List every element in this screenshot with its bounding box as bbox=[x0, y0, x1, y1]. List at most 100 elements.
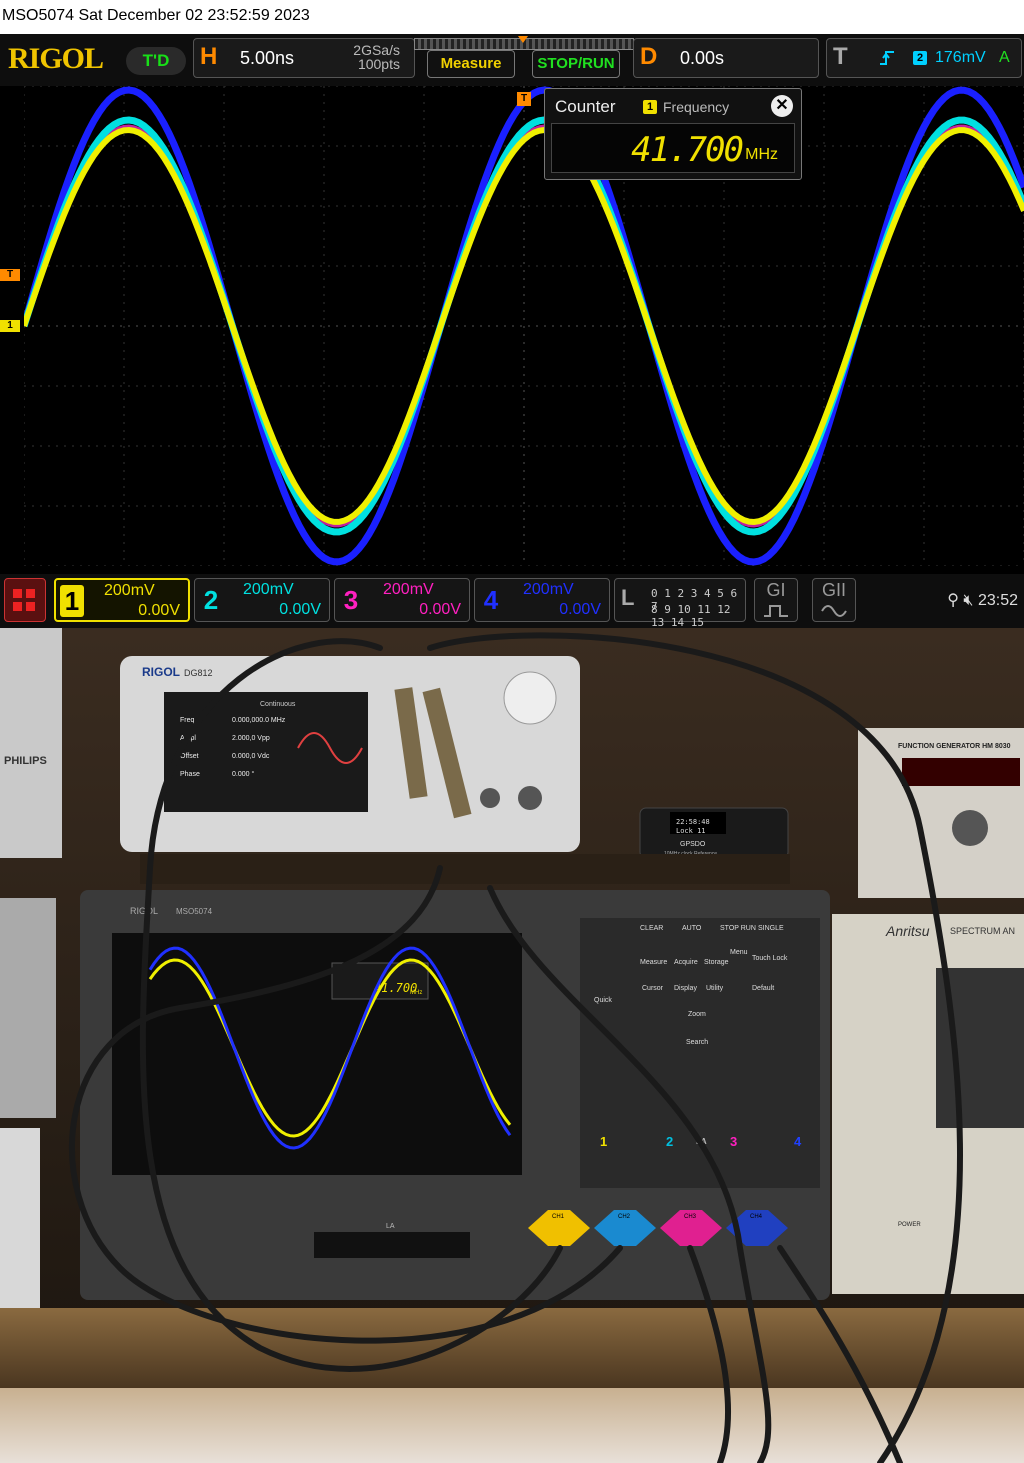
mode-badge[interactable]: T'D bbox=[126, 47, 186, 75]
generator-model: DG812 bbox=[184, 668, 213, 678]
counter-window[interactable]: Counter 1 Frequency ✕ 41.700 MHz bbox=[544, 88, 802, 180]
logic-letter: L bbox=[621, 585, 635, 610]
generator-bnc-out bbox=[518, 786, 542, 810]
channel-4-box[interactable]: 4 200mV 0.00V bbox=[474, 578, 610, 622]
mini-counter-unit: MHz bbox=[410, 990, 422, 996]
logic-row-2: 8 9 10 11 12 13 14 15 bbox=[651, 603, 731, 628]
panel-btn-stoprun: STOP RUN bbox=[720, 925, 756, 932]
trigger-level: 176mV bbox=[935, 49, 986, 66]
generator-2-label: GII bbox=[821, 580, 846, 600]
channel-3-offset: 0.00V bbox=[419, 601, 461, 618]
ch1-offset-marker[interactable]: 1 bbox=[0, 320, 20, 332]
panel-key-search: Search bbox=[686, 1039, 708, 1046]
panel-key-display: Display bbox=[674, 985, 697, 992]
main-menu-button[interactable] bbox=[4, 578, 46, 622]
close-icon[interactable]: ✕ bbox=[771, 95, 793, 117]
channel-3-number: 3 bbox=[343, 585, 359, 615]
counter-source-label: Frequency bbox=[663, 99, 730, 115]
counter-source-chip: 1 bbox=[643, 100, 657, 114]
gen-val-offset: 0.000,0 Vdc bbox=[232, 753, 270, 760]
power-label: POWER bbox=[898, 1222, 921, 1228]
upper-shelf bbox=[140, 854, 790, 884]
channel-1-offset: 0.00V bbox=[138, 602, 180, 619]
scope-mini-screen bbox=[112, 933, 522, 1175]
anritsu-label: Anritsu bbox=[885, 923, 930, 939]
oscilloscope-screen: RIGOL T'D H 5.00ns 2GSa/s 100pts Measure… bbox=[0, 34, 1024, 628]
trigger-level-marker[interactable]: T bbox=[0, 269, 20, 281]
generator-brand: RIGOL bbox=[142, 665, 180, 679]
square-wave-icon bbox=[764, 605, 788, 617]
bnc-ch1-label: CH1 bbox=[552, 1214, 565, 1220]
bottom-toolbar: 1 200mV 0.00V 2 200mV 0.00V 3 200mV 0.00… bbox=[0, 574, 1024, 628]
gen-row-phase: Phase bbox=[180, 771, 200, 778]
generator-screen bbox=[164, 692, 368, 812]
panel-key-acquire: Acquire bbox=[674, 959, 698, 966]
panel-btn-clear: CLEAR bbox=[640, 925, 663, 932]
panel-ch1-key: 1 bbox=[600, 1134, 607, 1149]
spectrum-label: SPECTRUM AN bbox=[950, 926, 1015, 936]
measure-button[interactable]: Measure bbox=[427, 50, 515, 78]
gen-val-ampl: 2.000,0 Vpp bbox=[232, 735, 270, 742]
gen-val-phase: 0.000 ° bbox=[232, 770, 254, 778]
top-toolbar: RIGOL T'D H 5.00ns 2GSa/s 100pts Measure… bbox=[0, 34, 1024, 86]
channel-4-offset: 0.00V bbox=[559, 601, 601, 618]
horizontal-panel[interactable]: H 5.00ns 2GSa/s 100pts bbox=[193, 38, 415, 78]
panel-btn-auto: AUTO bbox=[682, 925, 702, 932]
philips-label: PHILIPS bbox=[4, 755, 47, 767]
trigger-panel[interactable]: T 2 176mV A bbox=[826, 38, 1022, 78]
panel-key-measure: Measure bbox=[640, 959, 667, 966]
scope-model: MSO5074 bbox=[176, 907, 213, 916]
trigger-source-chip: 2 bbox=[913, 51, 927, 65]
hameg-knob bbox=[952, 810, 988, 846]
channel-1-box[interactable]: 1 200mV 0.00V bbox=[54, 578, 190, 622]
gpsdo-label: GPSDO bbox=[680, 841, 706, 848]
mute-icon[interactable]: 🔇︎ bbox=[963, 592, 973, 609]
panel-key-default: Default bbox=[752, 985, 774, 992]
panel-key-zoom: Zoom bbox=[688, 1011, 706, 1018]
philips-meter bbox=[0, 628, 62, 858]
gen-row-offset: Offset bbox=[180, 753, 199, 760]
logic-analyzer-box[interactable]: L 0 1 2 3 4 5 6 7 8 9 10 11 12 13 14 15 bbox=[614, 578, 746, 628]
channel-4-number: 4 bbox=[483, 585, 499, 615]
trigger-mode: A bbox=[999, 49, 1010, 66]
memory-depth: 100pts bbox=[357, 56, 400, 72]
trigger-time-marker[interactable]: T bbox=[517, 92, 531, 106]
channel-4-scale: 200mV bbox=[523, 581, 574, 598]
stop-run-button[interactable]: STOP/RUN bbox=[532, 50, 620, 78]
channel-2-offset: 0.00V bbox=[279, 601, 321, 618]
waveform-grid[interactable] bbox=[24, 86, 1024, 566]
rising-edge-icon bbox=[880, 51, 894, 65]
status-area: ⚲ 🔇︎ 23:52 bbox=[947, 590, 1018, 610]
scope-brand: RIGOL bbox=[130, 906, 158, 916]
channel-1-scale: 200mV bbox=[104, 582, 155, 599]
channel-3-scale: 200mV bbox=[383, 581, 434, 598]
panel-key-quick: Quick bbox=[594, 997, 612, 1004]
delay-letter: D bbox=[640, 43, 658, 70]
left-instrument bbox=[0, 898, 56, 1118]
trigger-letter: T bbox=[833, 43, 848, 70]
generator-1-button[interactable]: GI bbox=[754, 578, 798, 622]
delay-panel[interactable]: D 0.00s bbox=[633, 38, 819, 78]
panel-key-touch-lock: Touch Lock bbox=[752, 955, 788, 962]
generator-2-button[interactable]: GII bbox=[812, 578, 856, 622]
clock-time: 23:52 bbox=[977, 592, 1018, 609]
generator-mode: Continuous bbox=[260, 701, 296, 708]
panel-ch4-key: 4 bbox=[794, 1134, 802, 1149]
gen-row-freq: Freq bbox=[180, 717, 195, 724]
panel-key-utility: Utility bbox=[706, 985, 724, 992]
generator-bnc-out2 bbox=[480, 788, 500, 808]
channel-1-number: 1 bbox=[60, 585, 84, 617]
panel-key-storage: Storage bbox=[704, 959, 729, 966]
counter-readout: 41.700 MHz bbox=[551, 123, 795, 173]
channel-3-box[interactable]: 3 200mV 0.00V bbox=[334, 578, 470, 622]
screenshot-caption: MSO5074 Sat December 02 23:52:59 2023 bbox=[0, 0, 1024, 34]
panel-btn-single: SINGLE bbox=[758, 925, 784, 932]
generator-1-label: GI bbox=[766, 580, 786, 600]
la-connector bbox=[314, 1232, 470, 1258]
la-label: LA bbox=[386, 1223, 395, 1230]
channel-2-box[interactable]: 2 200mV 0.00V bbox=[194, 578, 330, 622]
gpsdo-time: 22:58:48 bbox=[676, 818, 710, 826]
gen-val-freq: 0.000,000.0 MHz bbox=[232, 717, 286, 724]
panel-key-menu: Menu bbox=[730, 949, 748, 956]
panel-ch2-key: 2 bbox=[666, 1134, 673, 1149]
